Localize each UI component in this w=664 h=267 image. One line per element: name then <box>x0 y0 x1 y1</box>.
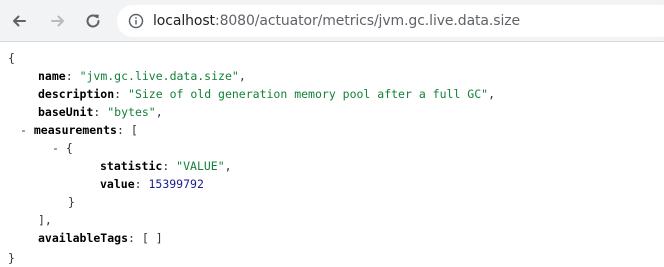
url-host: localhost <box>153 13 215 29</box>
json-value-line: value: 15399792 <box>100 177 204 191</box>
json-key-description: description <box>38 87 115 101</box>
reload-button[interactable] <box>81 9 105 33</box>
json-value-baseunit: "bytes" <box>107 105 156 119</box>
json-value-description: "Size of old generation memory pool afte… <box>128 87 489 101</box>
json-measurement-close: } <box>68 195 75 209</box>
json-measurements-line: - measurements: [ <box>20 123 138 137</box>
json-measurement-open: { <box>65 141 73 155</box>
json-measurements-close-line: ], <box>38 211 52 229</box>
json-key-measurements: measurements <box>33 123 117 137</box>
json-value-value: 15399792 <box>148 177 204 191</box>
json-key-name: name <box>38 69 66 83</box>
forward-button[interactable] <box>46 9 70 33</box>
json-description-line: description: "Size of old generation mem… <box>38 87 495 101</box>
json-key-availabletags: availableTags <box>38 231 129 245</box>
collapse-measurements-toggle[interactable]: - <box>20 123 27 137</box>
json-key-value: value <box>100 177 135 191</box>
url-path: :8080/actuator/metrics/jvm.gc.live.data.… <box>214 13 521 29</box>
json-measurements-open: [ <box>130 123 138 137</box>
back-button[interactable] <box>7 9 31 33</box>
json-value-statistic: "VALUE" <box>176 159 225 173</box>
json-value-availabletags: [ ] <box>141 231 163 245</box>
json-statistic-line: statistic: "VALUE", <box>100 159 232 173</box>
json-availabletags-line: availableTags: [ ] <box>38 231 163 245</box>
json-key-statistic: statistic <box>100 159 163 173</box>
json-viewer: { name: "jvm.gc.live.data.size", descrip… <box>0 43 664 266</box>
json-measurement-close-line: } <box>68 193 75 211</box>
json-baseunit-line: baseUnit: "bytes", <box>38 105 163 119</box>
json-measurement-open-line: - { <box>52 139 73 157</box>
url-text[interactable]: localhost:8080/actuator/metrics/jvm.gc.l… <box>153 12 520 30</box>
info-icon[interactable] <box>128 13 144 29</box>
forward-arrow-icon <box>51 15 64 27</box>
back-arrow-icon <box>13 15 26 27</box>
json-measurements-close: ], <box>38 213 52 227</box>
reload-icon <box>86 14 100 28</box>
json-close-brace-line: } <box>8 249 15 267</box>
json-value-name: "jvm.gc.live.data.size" <box>79 69 239 83</box>
json-open-brace: { <box>8 51 15 65</box>
json-close-brace: } <box>8 251 15 265</box>
json-open-brace-line: { <box>8 49 15 67</box>
address-bar[interactable]: localhost:8080/actuator/metrics/jvm.gc.l… <box>117 5 664 37</box>
json-name-line: name: "jvm.gc.live.data.size", <box>38 69 246 83</box>
browser-toolbar: localhost:8080/actuator/metrics/jvm.gc.l… <box>0 0 664 42</box>
json-key-baseunit: baseUnit <box>38 105 94 119</box>
collapse-measurement-toggle[interactable]: - <box>52 141 59 155</box>
